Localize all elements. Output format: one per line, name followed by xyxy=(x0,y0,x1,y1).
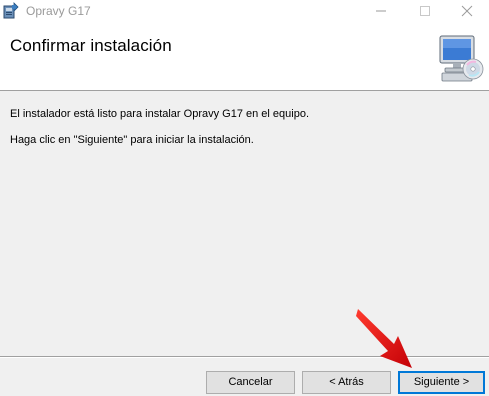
close-button[interactable] xyxy=(452,0,482,22)
back-button[interactable]: < Atrás xyxy=(302,371,391,394)
maximize-button[interactable] xyxy=(410,0,440,22)
instruction-message: Haga clic en "Siguiente" para iniciar la… xyxy=(10,134,254,146)
maximize-icon xyxy=(420,6,430,16)
installer-package-icon xyxy=(3,2,19,19)
close-icon xyxy=(461,5,473,17)
header-divider xyxy=(0,90,489,91)
next-button[interactable]: Siguiente > xyxy=(398,371,485,394)
minimize-icon xyxy=(376,10,386,12)
cancel-button[interactable]: Cancelar xyxy=(206,371,295,394)
page-title: Confirmar instalación xyxy=(10,36,172,55)
minimize-button[interactable] xyxy=(366,0,396,22)
window-title: Opravy G17 xyxy=(26,4,91,18)
installer-window: Opravy G17 Confirmar instalación El inst… xyxy=(0,0,489,396)
computer-cd-icon xyxy=(439,35,484,82)
footer-divider-highlight xyxy=(0,357,489,358)
red-arrow-annotation xyxy=(356,309,412,368)
header-banner: Confirmar instalación xyxy=(0,22,489,90)
ready-message: El instalador está listo para instalar O… xyxy=(10,108,309,120)
title-bar[interactable]: Opravy G17 xyxy=(0,0,489,22)
